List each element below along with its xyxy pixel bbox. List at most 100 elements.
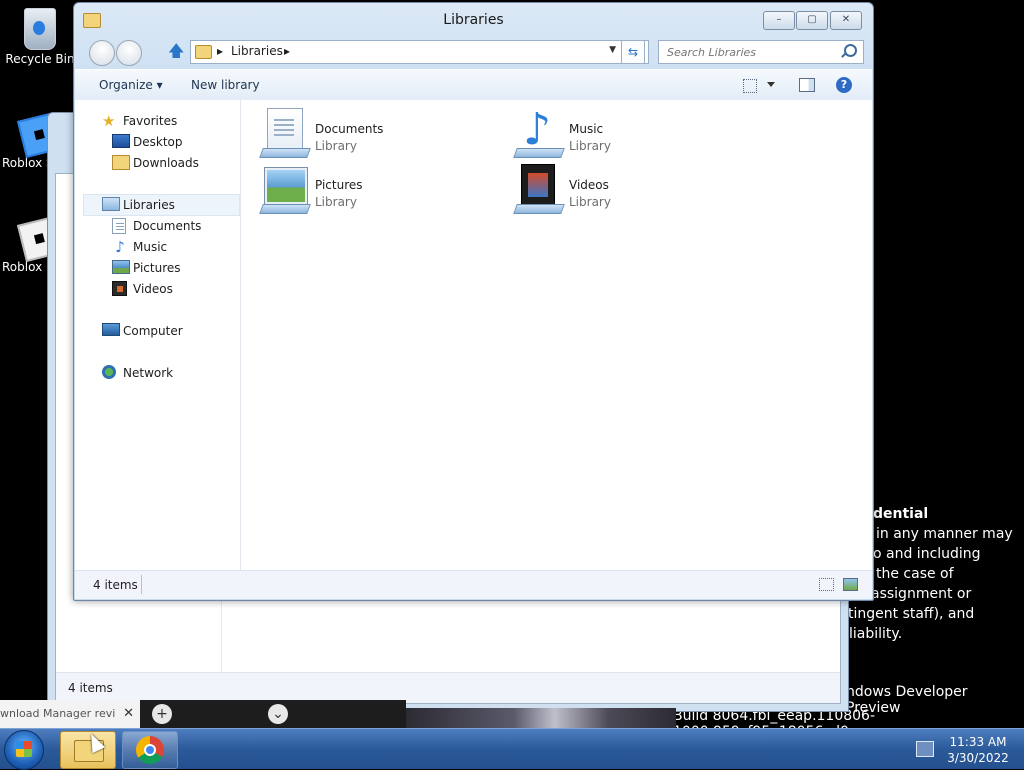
library-shelf-icon [259, 148, 311, 158]
library-type: Library [569, 195, 611, 209]
taskbar: 11:33 AM 3/30/2022 [0, 728, 1024, 770]
large-icons-view-icon[interactable] [843, 578, 858, 591]
watermark-line-2: o and including [873, 546, 981, 562]
chrome-tab-close-icon[interactable]: ✕ [123, 700, 134, 728]
new-tab-button[interactable]: + [152, 704, 172, 724]
nav-label-network: Network [123, 366, 174, 380]
library-pictures[interactable]: Pictures Library [259, 164, 499, 214]
library-documents[interactable]: Documents Library [259, 108, 499, 158]
nav-label-videos: Videos [133, 282, 173, 296]
help-icon[interactable]: ? [836, 77, 852, 93]
address-folder-icon [195, 45, 212, 59]
library-music[interactable]: ♪ Music Library [513, 108, 753, 158]
star-icon: ★ [102, 112, 116, 130]
address-bar[interactable]: ▸ Libraries ▸ ▼ [190, 40, 649, 64]
chrome-tab-title: wnload Manager revi [0, 707, 116, 720]
pictures-icon [112, 260, 130, 274]
nav-label-music: Music [133, 240, 168, 254]
library-name: Pictures [315, 178, 363, 192]
clock-time: 11:33 AM [949, 735, 1007, 749]
library-type: Library [315, 139, 357, 153]
nav-label-computer: Computer [123, 324, 183, 338]
documents-icon [112, 218, 126, 234]
music-note-icon: ♪ [115, 238, 125, 256]
background-window-item-count: 4 items [68, 681, 113, 695]
view-dropdown-icon[interactable] [767, 82, 775, 87]
nav-label-pictures: Pictures [133, 261, 181, 275]
watermark-line-5: tingent staff), and [848, 606, 975, 622]
pictures-library-icon [264, 167, 308, 205]
library-type: Library [569, 139, 611, 153]
refresh-button[interactable]: ⇆ [621, 40, 645, 64]
watermark-line-6: liability. [849, 626, 903, 642]
watermark-line-3: the case of [876, 566, 954, 582]
content-area: ★ Favorites Desktop Downloads Libraries … [75, 100, 872, 599]
search-icon[interactable] [844, 44, 857, 57]
organize-button[interactable]: Organize ▾ [99, 78, 163, 92]
new-library-button[interactable]: New library [191, 78, 260, 92]
watermark-line-4: assignment or [871, 586, 972, 602]
background-window-statusbar: 4 items [56, 672, 840, 703]
view-options-icon[interactable] [743, 79, 757, 93]
breadcrumb-arrow[interactable]: ▸ [284, 44, 290, 58]
nav-label-downloads: Downloads [133, 156, 199, 170]
up-arrow-icon[interactable]: 🡅 [168, 43, 184, 59]
minimize-button[interactable]: – [763, 11, 795, 30]
recycle-bin-shortcut[interactable]: Recycle Bin [0, 8, 80, 66]
library-shelf-icon [259, 204, 311, 214]
network-icon [102, 365, 116, 379]
library-shelf-icon [513, 204, 565, 214]
libraries-icon [102, 197, 120, 211]
background-image-fragment [406, 708, 676, 728]
library-name: Videos [569, 178, 609, 192]
title-bar[interactable]: Libraries – ▢ ✕ [74, 3, 873, 35]
navigation-bar: 🡅 ▸ Libraries ▸ ▼ ⇆ [74, 37, 873, 67]
library-shelf-icon [513, 148, 565, 158]
breadcrumb-separator[interactable]: ▸ [217, 44, 223, 58]
breadcrumb-libraries[interactable]: Libraries [231, 44, 283, 58]
nav-label-documents: Documents [133, 219, 202, 233]
status-bar: 4 items [75, 570, 872, 599]
chevron-down-icon[interactable]: ⌄ [268, 704, 288, 724]
preview-pane-icon[interactable] [799, 78, 815, 92]
search-box[interactable] [658, 40, 864, 64]
library-name: Documents [315, 122, 384, 136]
start-button[interactable] [4, 730, 44, 770]
documents-library-icon [267, 108, 303, 152]
network-tray-icon[interactable] [916, 741, 934, 757]
chrome-tab-download-manager[interactable]: wnload Manager revi ✕ [0, 700, 141, 728]
library-videos[interactable]: Videos Library [513, 164, 753, 214]
status-divider [141, 575, 142, 594]
library-name: Music [569, 122, 604, 136]
nav-label-favorites: Favorites [123, 114, 178, 128]
downloads-folder-icon [112, 155, 130, 170]
window-title: Libraries [443, 12, 504, 28]
libraries-window[interactable]: Libraries – ▢ ✕ 🡅 ▸ Libraries ▸ ▼ ⇆ Orga… [73, 2, 874, 601]
back-button[interactable] [89, 40, 115, 66]
recycle-bin-icon [24, 8, 56, 50]
clock-date: 3/30/2022 [947, 751, 1009, 765]
videos-icon [112, 281, 127, 296]
address-dropdown-icon[interactable]: ▼ [609, 45, 616, 55]
forward-button[interactable] [116, 40, 142, 66]
item-count: 4 items [93, 578, 138, 592]
watermark-line-1: in any manner may [876, 526, 1013, 542]
close-button[interactable]: ✕ [830, 11, 862, 30]
library-list: Documents Library ♪ Music Library Pictur… [241, 100, 872, 571]
system-clock[interactable]: 11:33 AM 3/30/2022 [938, 734, 1018, 766]
navigation-pane: ★ Favorites Desktop Downloads Libraries … [75, 100, 241, 571]
nav-label-libraries: Libraries [123, 198, 175, 212]
maximize-button[interactable]: ▢ [796, 11, 828, 30]
nav-label-desktop: Desktop [133, 135, 183, 149]
videos-library-icon [521, 164, 555, 208]
library-type: Library [315, 195, 357, 209]
chrome-tab-strip: + ⌄ [140, 700, 406, 728]
details-view-icon[interactable] [819, 578, 834, 591]
chrome-icon [136, 736, 164, 764]
command-bar: Organize ▾ New library ? [75, 69, 872, 101]
recycle-bin-label: Recycle Bin [5, 52, 75, 66]
watermark-heading: dential [873, 506, 929, 522]
taskbar-chrome-button[interactable] [122, 731, 178, 769]
search-input[interactable] [665, 41, 839, 63]
desktop-icon [112, 134, 130, 148]
